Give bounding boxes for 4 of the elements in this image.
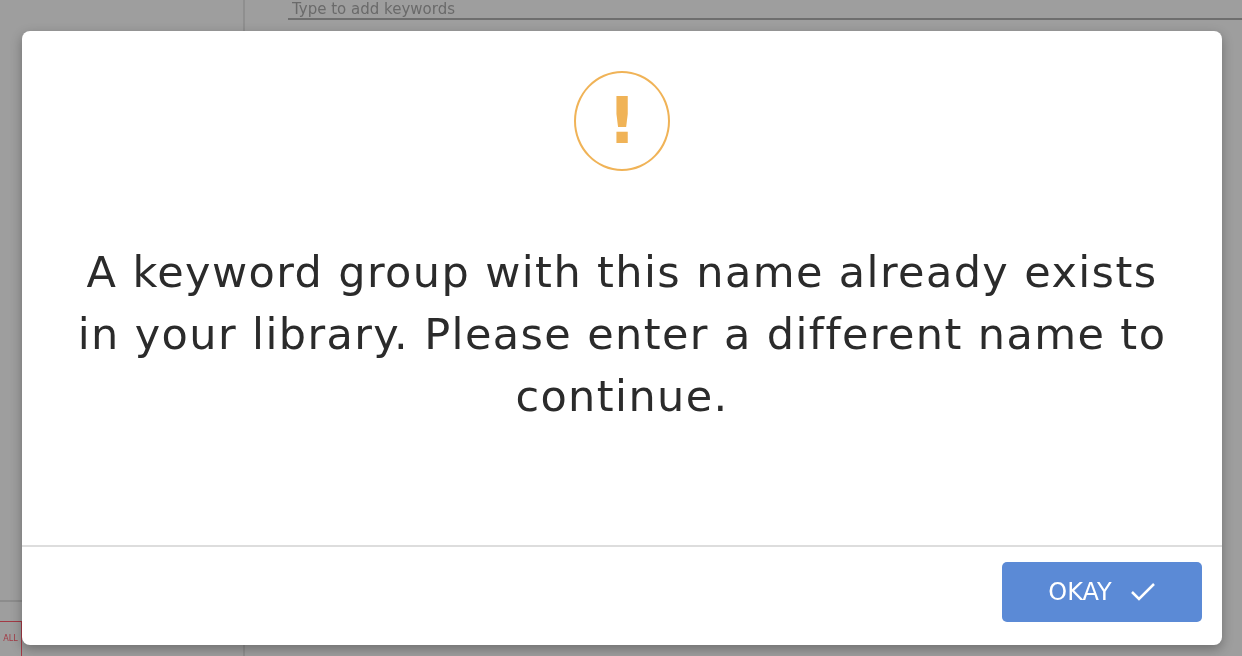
okay-button[interactable]: OKAY (1002, 562, 1202, 622)
warning-icon: ! (574, 71, 670, 171)
dialog-message: A keyword group with this name already exists in your library. Please enter a different name to continue. (76, 246, 1168, 423)
checkmark-icon (1129, 582, 1156, 602)
